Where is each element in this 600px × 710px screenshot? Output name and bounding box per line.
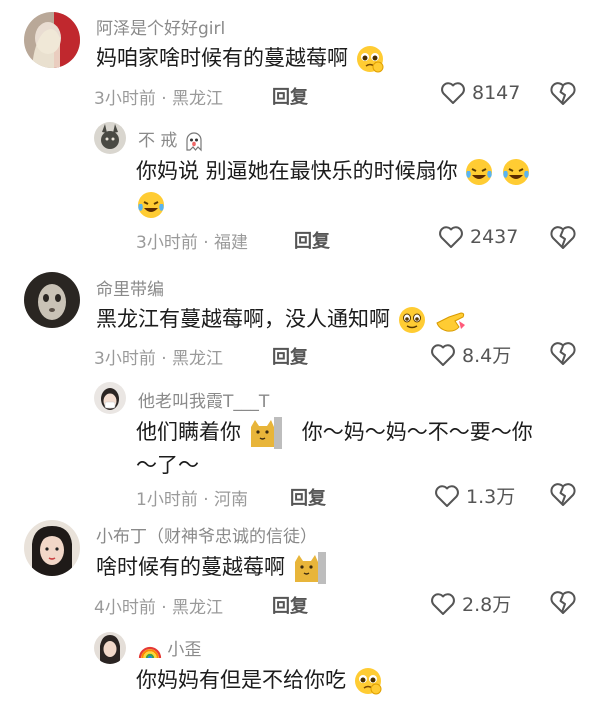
author-name[interactable]: 阿泽是个好好girl (96, 14, 225, 39)
like-button[interactable]: 2.8万 (430, 590, 511, 617)
dislike-icon[interactable] (549, 80, 577, 108)
laughing-crying-emoji-icon (138, 192, 164, 218)
dislike-icon[interactable] (549, 481, 577, 509)
dislike-icon[interactable] (549, 340, 577, 368)
author-name[interactable]: 小歪 (138, 635, 201, 660)
like-count: 8.4万 (462, 345, 512, 367)
comment-text: 妈咱家啥时候有的蔓越莓啊 (96, 42, 385, 75)
comment-text-content: 你妈妈有但是不给你吃 (136, 668, 346, 692)
comment-text-content: 黑龙江有蔓越莓啊，没人通知啊 (96, 307, 390, 331)
pleading-emoji-icon (356, 46, 384, 73)
author-name[interactable]: 他老叫我霞T___T (138, 387, 269, 412)
like-button[interactable]: 8147 (440, 81, 520, 105)
comment-text-content: 妈咱家啥时候有的蔓越莓啊 (96, 46, 348, 70)
reply-button[interactable]: 回复 (272, 83, 308, 109)
like-count: 2437 (470, 226, 519, 248)
comment-text: 啥时候有的蔓越莓啊 (96, 551, 326, 584)
comment-text-line2: ～了～ (136, 453, 199, 477)
dislike-icon[interactable] (549, 224, 577, 252)
pleading-emoji-icon (354, 668, 382, 695)
avatar[interactable] (24, 520, 80, 576)
like-button[interactable]: 8.4万 (430, 341, 511, 368)
author-name-text: 不 戒 (138, 131, 178, 151)
author-name[interactable]: 不 戒 (138, 126, 205, 152)
comment-text: 黑龙江有蔓越莓啊，没人通知啊 (96, 303, 467, 336)
reply-button[interactable]: 回复 (294, 227, 330, 253)
like-count: 2.8万 (462, 594, 512, 616)
author-name-text: 小歪 (167, 640, 202, 660)
laughing-crying-emoji-icon (466, 159, 493, 185)
comment-text-part1: 他们瞒着你 (136, 420, 241, 444)
time-location: 3小时前 · 福建 (136, 233, 249, 253)
like-count: 8147 (472, 82, 521, 104)
time-location: 3小时前 · 黑龙江 (94, 89, 224, 109)
heart-icon (431, 592, 455, 615)
time-location: 1小时前 · 河南 (136, 490, 249, 510)
smiling-face-icon (398, 307, 425, 333)
author-name[interactable]: 命里带编 (96, 275, 164, 300)
avatar[interactable] (24, 12, 80, 68)
avatar[interactable] (94, 632, 126, 664)
heart-icon (435, 484, 459, 507)
heart-icon (441, 82, 465, 104)
ghost-icon (186, 132, 202, 152)
like-button[interactable]: 2437 (438, 225, 518, 249)
laughing-crying-emoji-icon (503, 159, 530, 185)
comment-text-content: 啥时候有的蔓越莓啊 (96, 555, 285, 579)
rainbow-icon (138, 646, 162, 659)
avatar[interactable] (94, 122, 126, 154)
comment-text-content: 你妈说 别逼她在最快乐的时候扇你 (136, 159, 458, 183)
reply-button[interactable]: 回复 (272, 343, 308, 369)
reply-button[interactable]: 回复 (290, 484, 326, 510)
comment-text: 你妈妈有但是不给你吃 (136, 664, 383, 697)
comment-text: 他们瞒着你 你～妈～妈～不～要～你 ～了～ (136, 416, 576, 482)
reply-button[interactable]: 回复 (272, 592, 308, 618)
heart-icon (431, 343, 455, 366)
author-name[interactable]: 小布丁（财神爷忠诚的信徒） (96, 522, 317, 547)
like-count: 1.3万 (466, 486, 516, 508)
cat-sticker-icon (294, 552, 326, 584)
time-location: 4小时前 · 黑龙江 (94, 598, 224, 618)
pointing-hand-icon (436, 312, 466, 332)
comment-text: 你妈说 别逼她在最快乐的时候扇你 (136, 155, 576, 221)
cat-sticker-icon (250, 417, 282, 449)
avatar[interactable] (24, 272, 80, 328)
dislike-icon[interactable] (549, 589, 577, 617)
avatar[interactable] (94, 382, 126, 414)
time-location: 3小时前 · 黑龙江 (94, 349, 224, 369)
heart-icon (439, 226, 463, 248)
comment-text-part2: 你～妈～妈～不～要～你 (301, 420, 533, 444)
like-button[interactable]: 1.3万 (434, 482, 515, 509)
